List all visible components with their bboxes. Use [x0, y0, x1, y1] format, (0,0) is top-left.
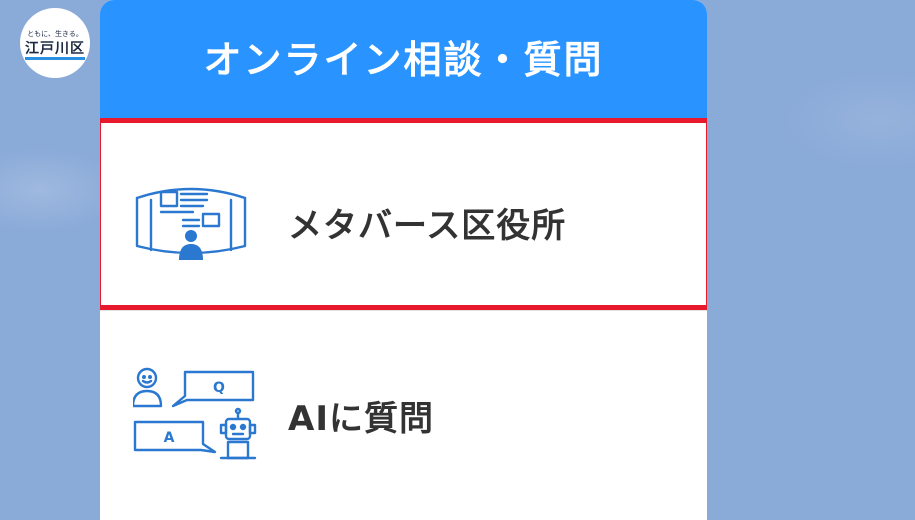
- menu-item-label: メタバース区役所: [288, 206, 567, 246]
- menu-item-metaverse[interactable]: メタバース区役所: [100, 118, 707, 310]
- ai-chat-icon: Q A: [131, 366, 259, 466]
- panel-title: オンライン相談・質問: [203, 37, 604, 82]
- menu-item-ai-question[interactable]: Q A AIに質問: [100, 310, 707, 500]
- edogawa-logo[interactable]: ともに、生きる。 江戸川区: [20, 8, 90, 78]
- menu-item-label: AIに質問: [288, 399, 434, 439]
- svg-text:Q: Q: [213, 380, 225, 396]
- svg-text:A: A: [164, 430, 175, 446]
- logo-tagline: ともに、生きる。: [27, 29, 83, 38]
- metaverse-booth-icon: [133, 184, 249, 268]
- logo-name: 江戸川区: [25, 41, 85, 60]
- online-consultation-panel: オンライン相談・質問 メタバース区役所 Q A AIに質問: [100, 0, 707, 520]
- panel-header: オンライン相談・質問: [100, 0, 707, 118]
